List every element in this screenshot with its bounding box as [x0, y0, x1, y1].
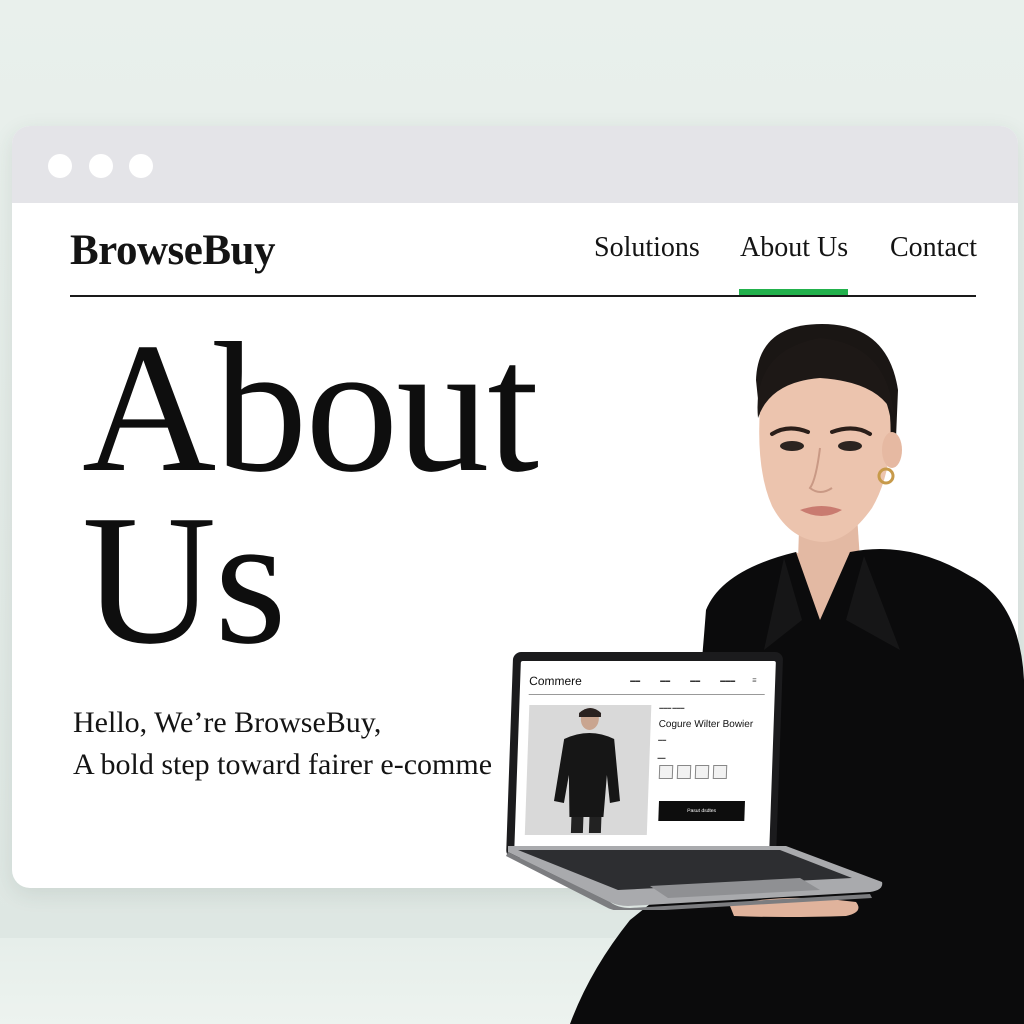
mini-nav-item: ▬▬ — [690, 678, 701, 684]
hero-subtitle: Hello, We’re BrowseBuy, A bold step towa… — [73, 702, 492, 786]
hero-subtitle-line-1: Hello, We’re BrowseBuy, — [73, 706, 382, 739]
page-title: About Us — [82, 315, 539, 673]
window-control-dot[interactable] — [129, 154, 153, 178]
browser-titlebar — [12, 126, 1018, 203]
site-logo[interactable]: BrowseBuy — [70, 226, 275, 275]
eye-right — [838, 441, 862, 451]
ear-shape — [882, 432, 902, 468]
laptop: Commere ▬▬ ▬▬ ▬▬ ▬▬▬ ☰ ▬▬▬ ▬▬▬ Cogure Wi… — [500, 650, 885, 910]
mini-size-label: ▬▬ — [657, 755, 666, 760]
mini-option-box — [712, 765, 728, 779]
eye-left — [780, 441, 804, 451]
page-title-line-2: Us — [82, 477, 287, 683]
laptop-screen: Commere ▬▬ ▬▬ ▬▬ ▬▬▬ ☰ ▬▬▬ ▬▬▬ Cogure Wi… — [514, 661, 776, 848]
mini-nav-item: ▬▬ — [660, 678, 671, 684]
mini-nav-item: ▬▬ — [630, 678, 641, 684]
nav-link-about-us[interactable]: About Us — [740, 232, 848, 264]
mini-product-photo — [524, 705, 652, 835]
mini-site-logo: Commere — [528, 674, 583, 688]
mini-breadcrumb: ▬▬▬ ▬▬▬ — [659, 705, 685, 710]
mini-option-box — [658, 765, 674, 779]
window-control-dot[interactable] — [48, 154, 72, 178]
header-divider — [70, 295, 976, 297]
mini-add-button: Pasut dsdtes — [658, 801, 745, 821]
active-nav-indicator — [739, 289, 848, 295]
mini-nav-item: ▬▬▬ — [720, 678, 736, 684]
mini-option-box — [694, 765, 710, 779]
window-control-dot[interactable] — [89, 154, 113, 178]
nav-link-contact[interactable]: Contact — [890, 232, 977, 264]
mini-model-figure — [553, 708, 620, 833]
hero-subtitle-line-2: A bold step toward fairer e-comme — [73, 748, 493, 781]
mini-option-box — [676, 765, 692, 779]
laptop-screen-bezel: Commere ▬▬ ▬▬ ▬▬ ▬▬▬ ☰ ▬▬▬ ▬▬▬ Cogure Wi… — [506, 652, 784, 858]
mini-price: ▬▬ — [658, 737, 667, 742]
mini-product-title: Cogure Wilter Bowier — [658, 719, 754, 730]
mini-menu-icon: ☰ — [752, 678, 757, 684]
nav-link-solutions[interactable]: Solutions — [594, 232, 700, 264]
laptop-base — [506, 846, 883, 910]
mini-header-divider — [528, 694, 765, 695]
